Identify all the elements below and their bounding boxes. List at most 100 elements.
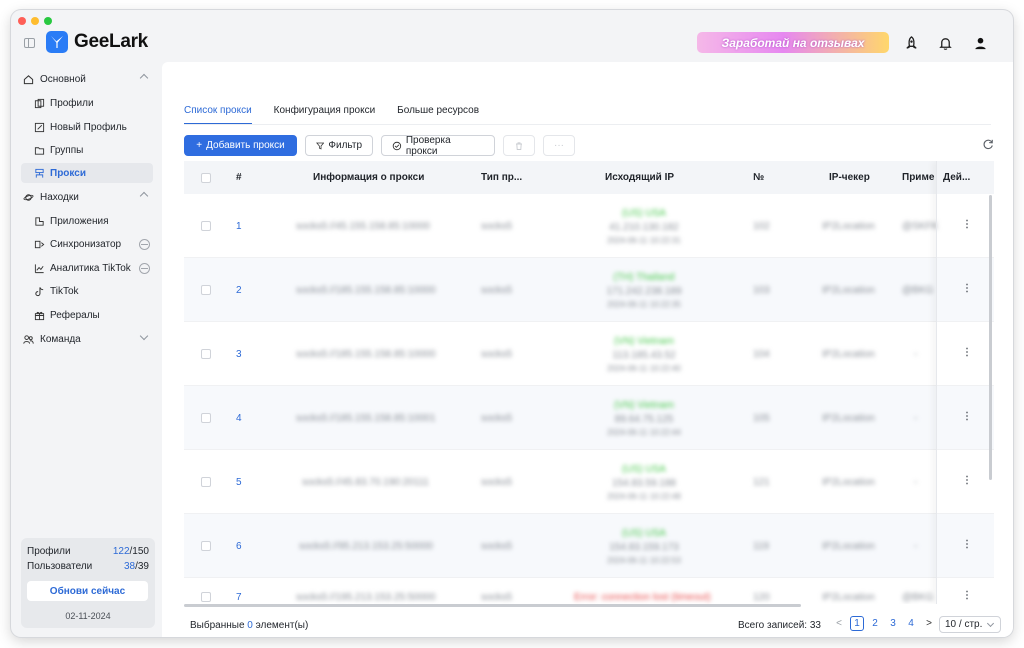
minimize-window-button[interactable] (31, 17, 39, 25)
proxy-type: socks5 (481, 477, 513, 488)
promo-banner[interactable]: Заработай на отзывах (697, 32, 889, 53)
column-header-number: # (236, 172, 242, 183)
sidebar-item-label: Профили (50, 97, 94, 109)
row-number[interactable]: 2 (236, 285, 242, 296)
select-all-checkbox[interactable] (201, 161, 211, 194)
sidebar-item-profiles[interactable]: Профили (21, 93, 153, 113)
row-checkbox[interactable] (201, 285, 211, 295)
per-page-select[interactable]: 10 / стр. (939, 616, 1001, 633)
row-menu-icon[interactable]: ⋮ (962, 283, 972, 294)
proxy-type: socks5 (481, 592, 513, 603)
delete-button[interactable] (503, 135, 535, 156)
close-window-button[interactable] (18, 17, 26, 25)
ip-address: 41.210.130.182 (609, 222, 679, 233)
tab-bar: Список прокси Конфигурация прокси Больше… (184, 105, 479, 125)
column-header-ip-checker[interactable]: IP-чекер (829, 161, 870, 194)
row-number[interactable]: 4 (236, 413, 242, 424)
app-window: GeeLark Заработай на отзывах Основной Пр… (11, 10, 1013, 637)
quota-users-label: Пользователи (27, 561, 93, 572)
sidebar-item-label: TikTok (50, 285, 79, 297)
sidebar-item-referrals[interactable]: Рефералы (21, 305, 153, 325)
profiles-icon (34, 98, 45, 108)
proxy-info: socks5://185.155.158.85:10001 (296, 413, 436, 424)
more-actions-button[interactable]: ··· (543, 135, 575, 156)
sidebar-item-label: Аналитика TikTok (50, 262, 131, 274)
proxy-info: socks5://45.83.70.190:20111 (302, 477, 429, 488)
ip-status: (TH) Thailand (613, 272, 675, 283)
table-header: # Информация о прокси Тип пр... Исходящи… (184, 161, 994, 194)
table-row: 1 socks5://45.155.158.85:10000 socks5 (U… (184, 194, 994, 258)
row-checkbox[interactable] (201, 221, 211, 231)
column-header-proxy-info[interactable]: Информация о прокси (313, 161, 424, 194)
row-checkbox[interactable] (201, 477, 211, 487)
prev-page-button[interactable]: < (832, 616, 846, 631)
sidebar-item-label: Новый Профиль (50, 121, 127, 133)
proxy-note: - (914, 541, 918, 552)
row-number[interactable]: 3 (236, 349, 242, 360)
row-number[interactable]: 7 (236, 592, 242, 603)
check-proxy-button[interactable]: Проверка прокси (381, 134, 495, 157)
bell-icon[interactable] (935, 33, 955, 53)
tab-proxy-list[interactable]: Список прокси (184, 105, 252, 125)
rocket-icon[interactable] (901, 33, 921, 53)
proxy-note: @SKFK (902, 221, 939, 232)
horizontal-scrollbar[interactable] (184, 604, 801, 607)
row-menu-icon[interactable]: ⋮ (962, 539, 972, 550)
nav-group-finds[interactable]: Находки (11, 187, 161, 207)
update-now-button[interactable]: Обнови сейчас (27, 581, 148, 601)
row-number[interactable]: 5 (236, 477, 242, 488)
row-menu-icon[interactable]: ⋮ (962, 475, 972, 486)
sidebar-item-groups[interactable]: Группы (21, 140, 153, 160)
nav-group-team[interactable]: Команда (11, 329, 161, 349)
folder-icon (34, 146, 45, 155)
sidebar-item-tiktok[interactable]: TikTok (21, 281, 153, 301)
vertical-scrollbar[interactable] (989, 195, 992, 480)
ip-check-time: 2024-06-11 10:22:44 (607, 428, 681, 437)
tab-more-resources[interactable]: Больше ресурсов (397, 105, 479, 125)
row-menu-icon[interactable]: ⋮ (962, 347, 972, 358)
ip-checker: IP2Location (822, 477, 875, 488)
column-header-type[interactable]: Тип пр... (481, 161, 522, 194)
tab-proxy-config[interactable]: Конфигурация прокси (274, 105, 376, 125)
page-3-button[interactable]: 3 (886, 616, 900, 631)
ip-check-time: 2024-06-11 10:22:35 (607, 300, 681, 309)
ip-check-time: 2024-06-11 10:22:53 (607, 556, 681, 565)
user-icon[interactable] (970, 33, 990, 53)
row-menu-icon[interactable]: ⋮ (962, 411, 972, 422)
column-header-outgoing-ip[interactable]: Исходящий IP (605, 161, 674, 194)
row-number[interactable]: 1 (236, 221, 242, 232)
sidebar-item-synchronizer[interactable]: Синхронизатор (21, 234, 153, 254)
next-page-button[interactable]: > (922, 616, 936, 631)
row-checkbox[interactable] (201, 541, 211, 551)
sidebar-toggle-icon[interactable] (24, 38, 35, 48)
sidebar-item-label: Приложения (50, 215, 109, 227)
maximize-window-button[interactable] (44, 17, 52, 25)
chevron-down-icon (139, 331, 149, 341)
row-menu-icon[interactable]: ⋮ (962, 219, 972, 230)
sidebar-item-apps[interactable]: Приложения (21, 211, 153, 231)
row-checkbox[interactable] (201, 349, 211, 359)
quota-date: 02-11-2024 (65, 611, 111, 621)
row-menu-icon[interactable]: ⋮ (962, 590, 972, 601)
sidebar-item-proxy[interactable]: Прокси (21, 163, 153, 183)
ip-checker: IP2Location (822, 413, 875, 424)
chevron-up-icon (139, 191, 149, 201)
row-checkbox[interactable] (201, 592, 211, 602)
nav-group-label: Основной (40, 73, 86, 85)
beta-badge-icon (139, 263, 150, 274)
filter-button[interactable]: Фильтр (305, 135, 373, 156)
add-proxy-button[interactable]: + Добавить прокси (184, 135, 297, 156)
check-proxy-label: Проверка прокси (405, 134, 451, 157)
page-2-button[interactable]: 2 (868, 616, 882, 631)
nav-group-main[interactable]: Основной (11, 69, 161, 89)
row-number[interactable]: 6 (236, 541, 242, 552)
refresh-icon[interactable] (982, 138, 994, 150)
row-checkbox[interactable] (201, 413, 211, 423)
sidebar-item-new-profile[interactable]: Новый Профиль (21, 117, 153, 137)
sidebar-item-tiktok-analytics[interactable]: Аналитика TikTok (21, 258, 153, 278)
page-4-button[interactable]: 4 (904, 616, 918, 631)
column-header-no[interactable]: № (753, 161, 764, 194)
page-1-button[interactable]: 1 (850, 616, 864, 631)
proxy-type: socks5 (481, 221, 513, 232)
column-header-note[interactable]: Приме (902, 161, 934, 194)
